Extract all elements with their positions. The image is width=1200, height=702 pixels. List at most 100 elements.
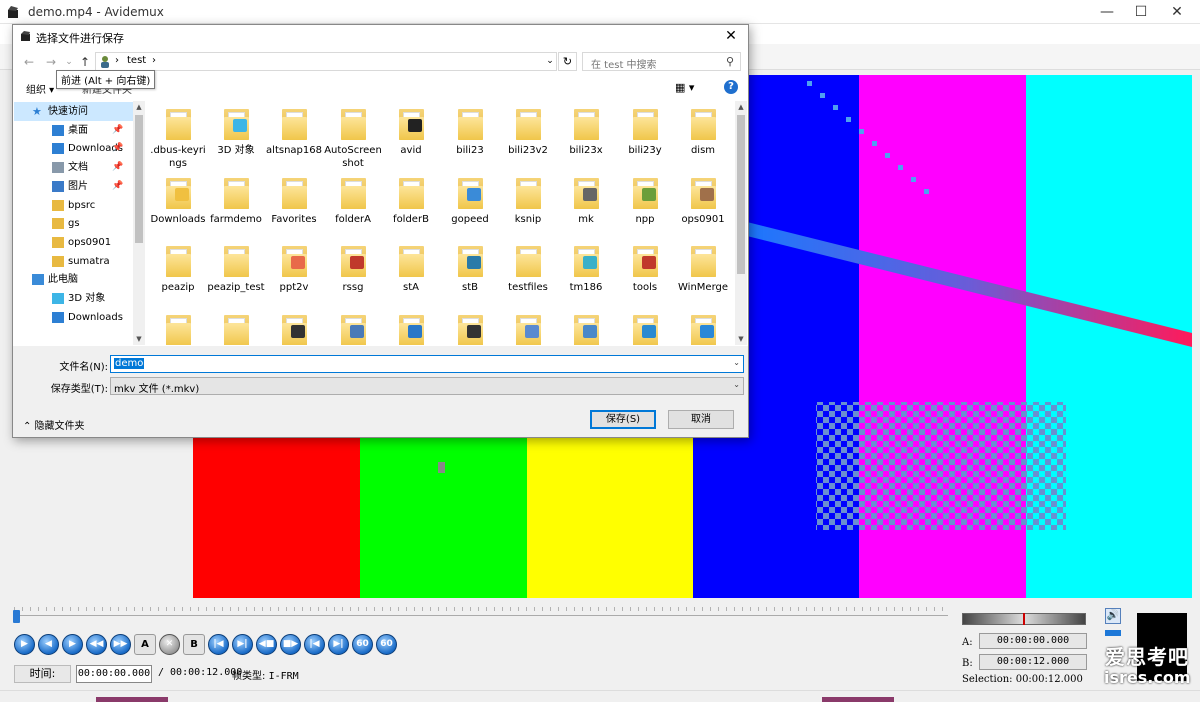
file-list-scrollbar[interactable]: ▲ ▼: [735, 101, 747, 345]
nav-item[interactable]: bpsrc: [14, 196, 133, 215]
folder-item[interactable]: stB: [441, 238, 499, 294]
chevron-down-icon[interactable]: ⌄: [733, 380, 740, 389]
folder-item[interactable]: ppt2v: [265, 238, 323, 294]
nav-item[interactable]: gs: [14, 214, 133, 233]
scroll-thumb[interactable]: [135, 115, 143, 243]
folder-item[interactable]: AutoScreenshot: [324, 101, 382, 170]
folder-item[interactable]: ops0901: [674, 170, 732, 226]
folder-item[interactable]: tm186: [557, 238, 615, 294]
search-input[interactable]: 在 test 中搜索 ⚲: [582, 52, 741, 71]
volume-meter[interactable]: [962, 613, 1086, 625]
next-keyframe-button[interactable]: ▶▶: [110, 634, 131, 655]
goto-marker-a-button[interactable]: |◀: [208, 634, 229, 655]
speaker-icon[interactable]: 🔊: [1105, 608, 1121, 624]
refresh-icon[interactable]: ↻: [558, 52, 577, 71]
folder-item[interactable]: [324, 307, 382, 345]
scroll-up-icon[interactable]: ▲: [133, 101, 145, 113]
filetype-select[interactable]: mkv 文件 (*.mkv) ⌄: [110, 377, 744, 395]
address-dropdown[interactable]: ⌄: [544, 52, 556, 71]
previous-frame-button[interactable]: ◀: [38, 634, 59, 655]
folder-item[interactable]: bili23y: [616, 101, 674, 157]
last-frame-button[interactable]: ▶|: [328, 634, 349, 655]
previous-keyframe-button[interactable]: ◀◀: [86, 634, 107, 655]
nav-item[interactable]: 桌面 📌: [14, 121, 133, 140]
folder-item[interactable]: mk: [557, 170, 615, 226]
nav-item[interactable]: Downloads: [14, 308, 133, 327]
nav-item[interactable]: ops0901: [14, 233, 133, 252]
set-marker-a-button[interactable]: A: [134, 634, 156, 655]
folder-item[interactable]: tools: [616, 238, 674, 294]
folder-item[interactable]: [499, 307, 557, 345]
nav-item[interactable]: 图片 📌: [14, 177, 133, 196]
folder-item[interactable]: npp: [616, 170, 674, 226]
first-frame-button[interactable]: |◀: [304, 634, 325, 655]
goto-marker-b-button[interactable]: ▶|: [232, 634, 253, 655]
folder-item[interactable]: gopeed: [441, 170, 499, 226]
play-button[interactable]: ▶: [14, 634, 35, 655]
folder-item[interactable]: .dbus-keyrings: [149, 101, 207, 170]
previous-black-frame-button[interactable]: ◀■: [256, 634, 277, 655]
folder-item[interactable]: WinMerge: [674, 238, 732, 294]
delete-button[interactable]: ✕: [159, 634, 180, 655]
chevron-down-icon[interactable]: ⌄: [733, 358, 740, 367]
scroll-thumb[interactable]: [737, 115, 745, 274]
folder-item[interactable]: [616, 307, 674, 345]
seek-handle[interactable]: [13, 610, 20, 623]
change-view-button[interactable]: ▦ ▾: [675, 81, 694, 94]
folder-item[interactable]: bili23v2: [499, 101, 557, 157]
set-marker-b-button[interactable]: B: [183, 634, 205, 655]
folder-item[interactable]: stA: [382, 238, 440, 294]
folder-item[interactable]: ksnip: [499, 170, 557, 226]
dialog-close-button[interactable]: ✕: [716, 25, 746, 49]
folder-item[interactable]: Downloads: [149, 170, 207, 226]
help-icon[interactable]: ?: [724, 80, 738, 94]
organize-button[interactable]: 组织 ▾: [26, 81, 54, 96]
folder-item[interactable]: 3D 对象: [207, 101, 265, 157]
folder-item[interactable]: altsnap168: [265, 101, 323, 157]
folder-item[interactable]: testfiles: [499, 238, 557, 294]
forward-arrow-icon[interactable]: →: [43, 53, 59, 71]
folder-item[interactable]: [441, 307, 499, 345]
folder-item[interactable]: peazip_test: [207, 238, 265, 294]
folder-item[interactable]: [382, 307, 440, 345]
filename-input[interactable]: demo ⌄: [110, 355, 744, 373]
next-frame-button[interactable]: ▶: [62, 634, 83, 655]
scroll-down-icon[interactable]: ▼: [735, 333, 747, 345]
address-bar[interactable]: › test ›: [95, 52, 557, 71]
folder-item[interactable]: farmdemo: [207, 170, 265, 226]
navigation-pane-scrollbar[interactable]: ▲ ▼: [133, 101, 145, 345]
hide-folders-toggle[interactable]: ⌃ 隐藏文件夹: [23, 417, 85, 432]
folder-item[interactable]: dism: [674, 101, 732, 157]
close-button[interactable]: ✕: [1154, 0, 1200, 24]
scroll-down-icon[interactable]: ▼: [133, 333, 145, 345]
folder-item[interactable]: [265, 307, 323, 345]
cancel-button[interactable]: 取消: [668, 410, 734, 429]
time-label[interactable]: 时间:: [14, 665, 71, 683]
back-60-button[interactable]: 60: [352, 634, 373, 655]
breadcrumb-current[interactable]: test: [127, 55, 146, 66]
nav-item[interactable]: 此电脑: [14, 270, 133, 289]
folder-item[interactable]: [674, 307, 732, 345]
folder-item[interactable]: folderA: [324, 170, 382, 226]
folder-item[interactable]: [207, 307, 265, 345]
recent-locations-dropdown[interactable]: ⌄: [61, 53, 77, 71]
nav-item[interactable]: sumatra: [14, 252, 133, 271]
seek-bar[interactable]: [14, 604, 948, 616]
save-button[interactable]: 保存(S): [590, 410, 656, 429]
folder-item[interactable]: avid: [382, 101, 440, 157]
next-black-frame-button[interactable]: ■▶: [280, 634, 301, 655]
current-time-field[interactable]: 00:00:00.000: [76, 665, 152, 683]
forward-60-button[interactable]: 60: [376, 634, 397, 655]
folder-item[interactable]: bili23x: [557, 101, 615, 157]
back-arrow-icon[interactable]: ←: [21, 53, 37, 71]
folder-item[interactable]: folderB: [382, 170, 440, 226]
nav-item[interactable]: 3D 对象: [14, 289, 133, 308]
folder-item[interactable]: [149, 307, 207, 345]
folder-item[interactable]: [557, 307, 615, 345]
nav-item[interactable]: Downloads 📌: [14, 139, 133, 158]
scroll-up-icon[interactable]: ▲: [735, 101, 747, 113]
folder-item[interactable]: peazip: [149, 238, 207, 294]
nav-item[interactable]: ★ 快速访问: [14, 102, 133, 121]
up-arrow-icon[interactable]: ↑: [77, 53, 93, 71]
folder-item[interactable]: bili23: [441, 101, 499, 157]
